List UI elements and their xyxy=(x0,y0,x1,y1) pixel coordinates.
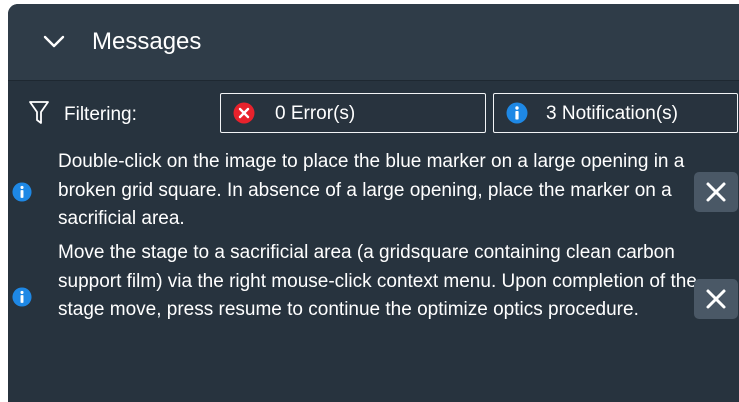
dismiss-message-button[interactable] xyxy=(694,279,738,319)
funnel-icon xyxy=(28,100,50,126)
messages-header[interactable]: Messages xyxy=(8,4,739,81)
message-item: Move the stage to a sacrificial area (a … xyxy=(8,237,739,357)
filter-label: Filtering: xyxy=(64,104,137,125)
error-icon xyxy=(233,102,255,124)
notifications-count-label: 3 Notification(s) xyxy=(546,103,678,124)
filter-bar: Filtering: 0 Error(s) 3 Notification(s) xyxy=(8,90,739,138)
chevron-down-icon[interactable] xyxy=(42,30,66,54)
close-icon xyxy=(706,182,726,202)
close-icon xyxy=(706,289,726,309)
info-icon xyxy=(12,182,32,202)
message-text: Move the stage to a sacrificial area (a … xyxy=(58,242,697,320)
dismiss-message-button[interactable] xyxy=(694,172,738,212)
message-text: Double-click on the image to place the b… xyxy=(58,151,685,229)
messages-panel: Messages Filtering: 0 Error(s) 3 Notific… xyxy=(8,4,739,402)
info-icon xyxy=(506,102,528,124)
info-icon xyxy=(12,287,32,307)
message-item: Double-click on the image to place the b… xyxy=(8,148,739,236)
errors-filter-button[interactable]: 0 Error(s) xyxy=(220,93,486,133)
errors-count-label: 0 Error(s) xyxy=(275,103,356,124)
notifications-filter-button[interactable]: 3 Notification(s) xyxy=(493,93,738,133)
panel-title: Messages xyxy=(92,28,202,55)
